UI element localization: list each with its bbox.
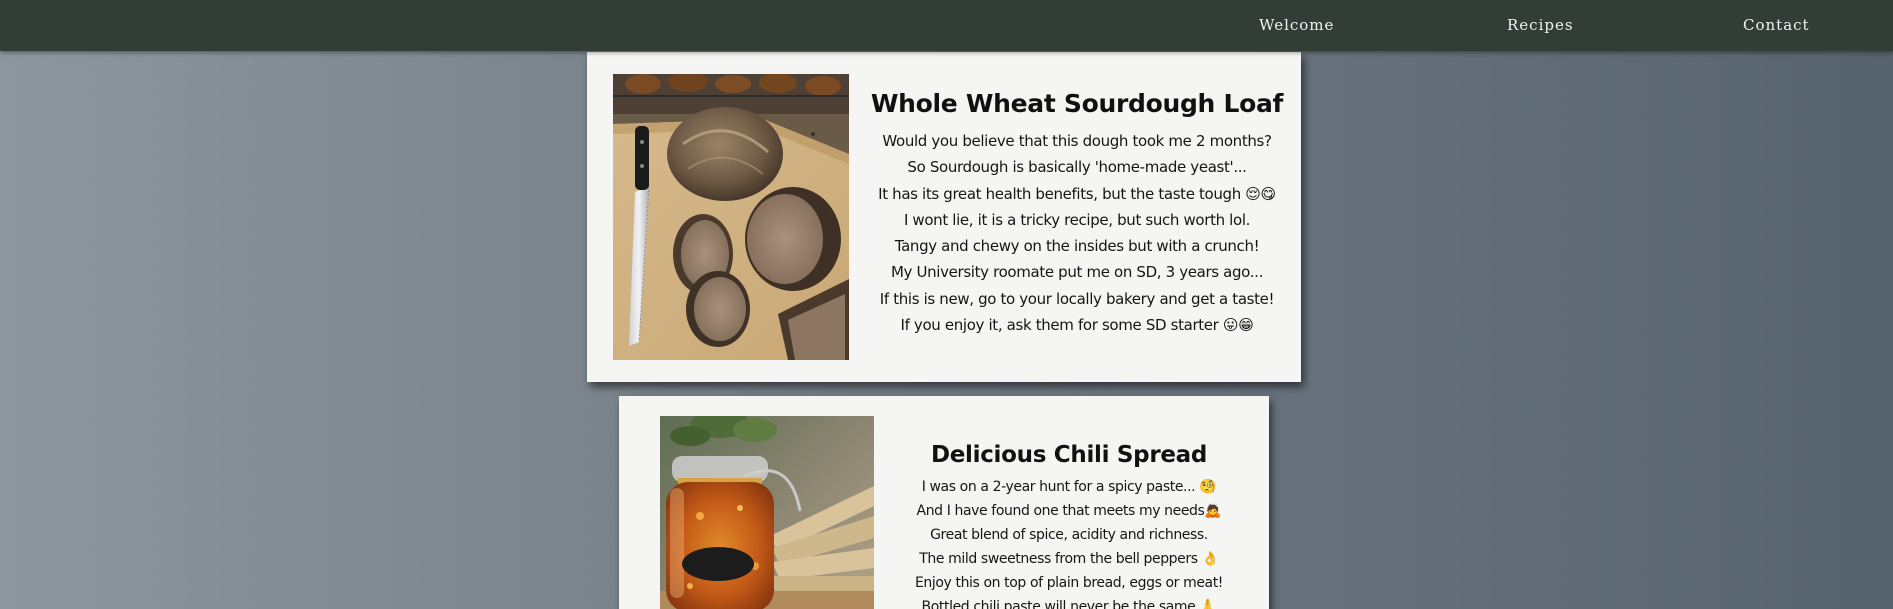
recipe-card-sourdough: Whole Wheat Sourdough Loaf Would you bel…	[587, 52, 1301, 382]
description-line: So Sourdough is basically 'home-made yea…	[907, 158, 1247, 177]
recipe-card-chili-spread: Delicious Chili Spread I was on a 2-year…	[619, 396, 1269, 609]
nav-link-recipes[interactable]: Recipes	[1507, 16, 1574, 34]
description-line: Enjoy this on top of plain bread, eggs o…	[914, 575, 1224, 591]
recipe-title: Whole Wheat Sourdough Loaf	[870, 89, 1284, 118]
nav-link-welcome[interactable]: Welcome	[1259, 16, 1334, 34]
description-line: I wont lie, it is a tricky recipe, but s…	[903, 210, 1251, 229]
description-line: If you enjoy it, ask them for some SD st…	[900, 316, 1254, 335]
description-line: Great blend of spice, acidity and richne…	[930, 527, 1208, 543]
nav-link-contact[interactable]: Contact	[1743, 16, 1810, 34]
top-navbar: Welcome Recipes Contact	[0, 0, 1893, 51]
description-line: It has its great health benefits, but th…	[878, 184, 1276, 203]
description-line: I was on a 2-year hunt for a spicy paste…	[921, 479, 1217, 495]
recipe-description: Would you believe that this dough took m…	[859, 128, 1295, 338]
description-line: And I have found one that meets my needs…	[916, 503, 1222, 519]
recipe-title: Delicious Chili Spread	[930, 442, 1208, 468]
sourdough-bread-photo	[613, 74, 849, 360]
recipe-description: I was on a 2-year hunt for a spicy paste…	[874, 475, 1264, 609]
description-line: Bottled chili paste will never be the sa…	[921, 599, 1217, 609]
description-line: Would you believe that this dough took m…	[882, 132, 1272, 150]
description-line: My University roomate put me on SD, 3 ye…	[890, 263, 1264, 282]
description-line: Tangy and chewy on the insides but with …	[894, 237, 1260, 256]
chili-spread-jar-photo	[660, 416, 874, 609]
description-line: The mild sweetness from the bell peppers…	[919, 551, 1219, 567]
description-line: If this is new, go to your locally baker…	[879, 289, 1275, 308]
